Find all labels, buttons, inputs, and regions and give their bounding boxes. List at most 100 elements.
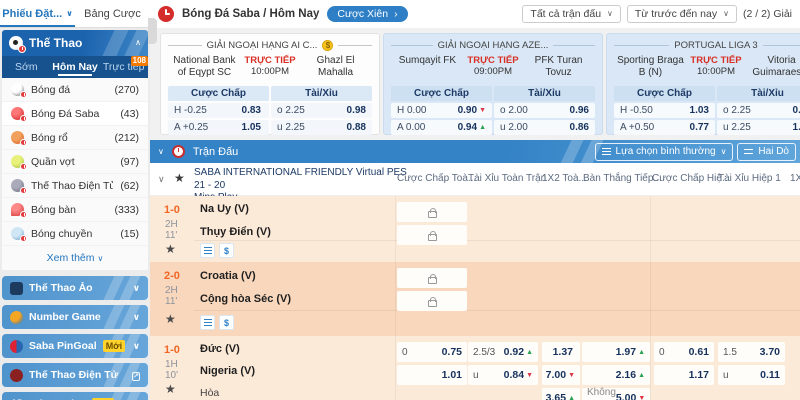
sidebar-section-pingoal[interactable]: Saba PinGoal Mới ∨ [2, 334, 148, 358]
odds-cell-hdp-away[interactable]: 1.01 [397, 365, 467, 385]
bet-types-button[interactable] [200, 315, 215, 330]
see-more-link[interactable]: Xem thêm ∨ [2, 246, 148, 270]
odds-cell[interactable]: H -0.501.03 [614, 103, 715, 118]
odds-cell-ou-h1-under[interactable]: u0.11 [718, 365, 785, 385]
odds-cell[interactable]: H -0.250.83 [168, 103, 269, 118]
odds-cell[interactable]: u 2.250.88 [271, 120, 372, 135]
sidebar-section-advantplay[interactable]: AP AdvantPlay Mới ↗ [2, 392, 148, 400]
odds-cell[interactable]: A +0.251.05 [168, 120, 269, 135]
tab-betslip-label: Phiếu Đặt... [2, 8, 62, 20]
odds-cell-2[interactable]: 7.00▼ [542, 365, 580, 385]
odds-cell[interactable]: o 2.000.96 [494, 103, 595, 118]
external-link-icon: ↗ [132, 370, 140, 381]
odds-cell[interactable]: H 0.000.90▼ [391, 103, 492, 118]
lock-icon [428, 234, 437, 241]
featured-league-title: GIẢI NGOẠI HẠNG AI C... $ [168, 38, 372, 53]
sidebar-item-bong-ro[interactable]: Bóng rổ (212) [2, 126, 148, 150]
column-header-next-goal: Bàn Thắng Tiếp... [583, 173, 662, 184]
cashout-button[interactable]: $ [219, 315, 234, 330]
subtab-today[interactable]: Hôm Nay [51, 56, 100, 78]
odds-cell[interactable]: u 2.000.86 [494, 120, 595, 135]
odds-cell[interactable]: o 2.250.77 [717, 103, 800, 118]
tab-betslip[interactable]: Phiếu Đặt... ∨ [0, 0, 75, 27]
odds-cell-next-goal-away[interactable]: 2.16▲ [582, 365, 650, 385]
sidebar-item-bong-da[interactable]: Bóng đá (270) [2, 78, 148, 102]
sidebar-section-virtual-sports[interactable]: Thế Thao Ảo ∨ [2, 276, 148, 300]
pingoal-icon [10, 340, 23, 353]
match-row: 2-0 2H11' ★ Croatia (V) Cộng hòa Séc (V)… [150, 262, 800, 336]
odds-cell-1[interactable]: 1.37 [542, 342, 580, 362]
tab-bet-table[interactable]: Bảng Cược [75, 0, 150, 27]
subtab-live[interactable]: Trực tiếp 108 [99, 56, 148, 78]
favorite-star-icon[interactable]: ★ [165, 382, 176, 396]
soccer-icon [11, 83, 24, 96]
odds-cell[interactable]: A +0.500.77 [614, 120, 715, 135]
match-status: TRỰC TIẾP 10:00PM [687, 55, 745, 77]
sports-subtabs: Sớm Hôm Nay Trực tiếp 108 [2, 56, 148, 78]
volleyball-icon [11, 227, 24, 240]
page-title: Bóng Đá Saba / Hôm Nay [182, 8, 319, 20]
chevron-down-icon: ∨ [133, 284, 140, 293]
sidebar-item-esports[interactable]: Thế Thao Điện Tử (62) [2, 174, 148, 198]
odds-cell-next-goal-home[interactable]: 1.97▲ [582, 342, 650, 362]
main-content: Bóng Đá Saba / Hôm Nay Cược Xiên › Tất c… [150, 0, 800, 400]
sidebar-item-bong-da-saba[interactable]: Bóng Đá Saba (43) [2, 102, 148, 126]
away-team: PFK Turan Tovuz [522, 55, 595, 78]
sidebar-collapse-handle[interactable] [148, 18, 157, 44]
league-favorite-star-icon[interactable]: ★ [174, 171, 185, 185]
odds-cell-hdp-h1-home[interactable]: 00.61 [654, 342, 714, 362]
locked-odds-cell [397, 225, 467, 245]
match-status: TRỰC TIẾP 10:00PM [241, 55, 299, 77]
filter-all-matches-dropdown[interactable]: Tất cả trận đấu ∨ [522, 5, 620, 23]
filter-time-dropdown[interactable]: Từ trước đến nay ∨ [627, 5, 737, 23]
favorite-star-icon[interactable]: ★ [165, 312, 176, 326]
sidebar-section-esports[interactable]: Thế Thao Điện Tử ↗ [2, 363, 148, 387]
sidebar-item-bong-chuyen[interactable]: Bóng chuyền (15) [2, 222, 148, 246]
selection-mode-dropdown[interactable]: Lựa chọn bình thường ∨ [595, 143, 734, 161]
match-row: 1-0 1H10' ★ Đức (V) Nigeria (V) Hòa 00.7… [150, 336, 800, 400]
home-team: National Bank of Eqypt SC [168, 55, 241, 78]
collapse-chevron-icon[interactable]: ∨ [158, 148, 164, 156]
sports-panel-header[interactable]: Thế Thao ∧ [2, 30, 148, 56]
odds-cell[interactable]: u 2.251.03 [717, 120, 800, 135]
home-team: Sumqayit FK [391, 55, 464, 67]
odds-cell-ou-h1-over[interactable]: 1.53.70 [718, 342, 785, 362]
chevron-down-icon: ∨ [721, 148, 727, 156]
odds-cell-hdp-h1-away[interactable]: 1.17 [654, 365, 714, 385]
sidebar-sections: Thế Thao Ảo ∨ Number Game ∨ Saba PinGoal… [0, 270, 150, 400]
cashout-button[interactable]: $ [219, 243, 234, 258]
matches-section-title: Trận Đấu [193, 146, 238, 158]
column-header-ou-full: Tài Xỉu Toàn Trận [468, 173, 546, 184]
match-status: TRỰC TIẾP 09:00PM [464, 55, 522, 77]
odds-cell-no-goal[interactable]: Không ...5.00▼ [582, 388, 650, 400]
away-team: Thụy Điển (V) [200, 226, 271, 238]
arrow-right-icon: › [394, 8, 398, 20]
lock-icon [428, 211, 437, 218]
live-score: 1-0 [164, 204, 180, 216]
lock-icon [428, 300, 437, 307]
table-tennis-icon [11, 203, 24, 216]
parlay-button[interactable]: Cược Xiên › [327, 6, 407, 22]
home-team: Croatia (V) [200, 270, 256, 282]
bet-types-button[interactable] [200, 243, 215, 258]
column-header-hdp-full: Cược Chấp Toà... [397, 173, 476, 184]
sidebar-section-number-game[interactable]: Number Game ∨ [2, 305, 148, 329]
double-line-toggle[interactable]: Hai Dò [737, 143, 796, 161]
soccer-ball-icon [9, 36, 23, 50]
odds-cell[interactable]: o 2.250.98 [271, 103, 372, 118]
favorite-star-icon[interactable]: ★ [165, 242, 176, 256]
sidebar-item-quan-vot[interactable]: Quần vợt (97) [2, 150, 148, 174]
home-team: Na Uy (V) [200, 203, 249, 215]
odds-cell-over[interactable]: 2.5/30.92▲ [468, 342, 538, 362]
subtab-early[interactable]: Sớm [2, 56, 51, 78]
sidebar-item-bong-ban[interactable]: Bóng bàn (333) [2, 198, 148, 222]
sports-panel: Thế Thao ∧ Sớm Hôm Nay Trực tiếp 108 Bón… [2, 30, 148, 270]
stack-icon [204, 247, 212, 254]
locked-odds-cell [397, 268, 467, 288]
odds-cell[interactable]: A 0.000.94▲ [391, 120, 492, 135]
match-time: 2H11' [165, 219, 178, 241]
odds-cell-under[interactable]: u0.84▼ [468, 365, 538, 385]
odds-cell-x[interactable]: 3.65▲ [542, 388, 580, 400]
odds-cell-hdp-home[interactable]: 00.75 [397, 342, 467, 362]
league-collapse-chevron-icon[interactable]: ∨ [158, 174, 165, 185]
